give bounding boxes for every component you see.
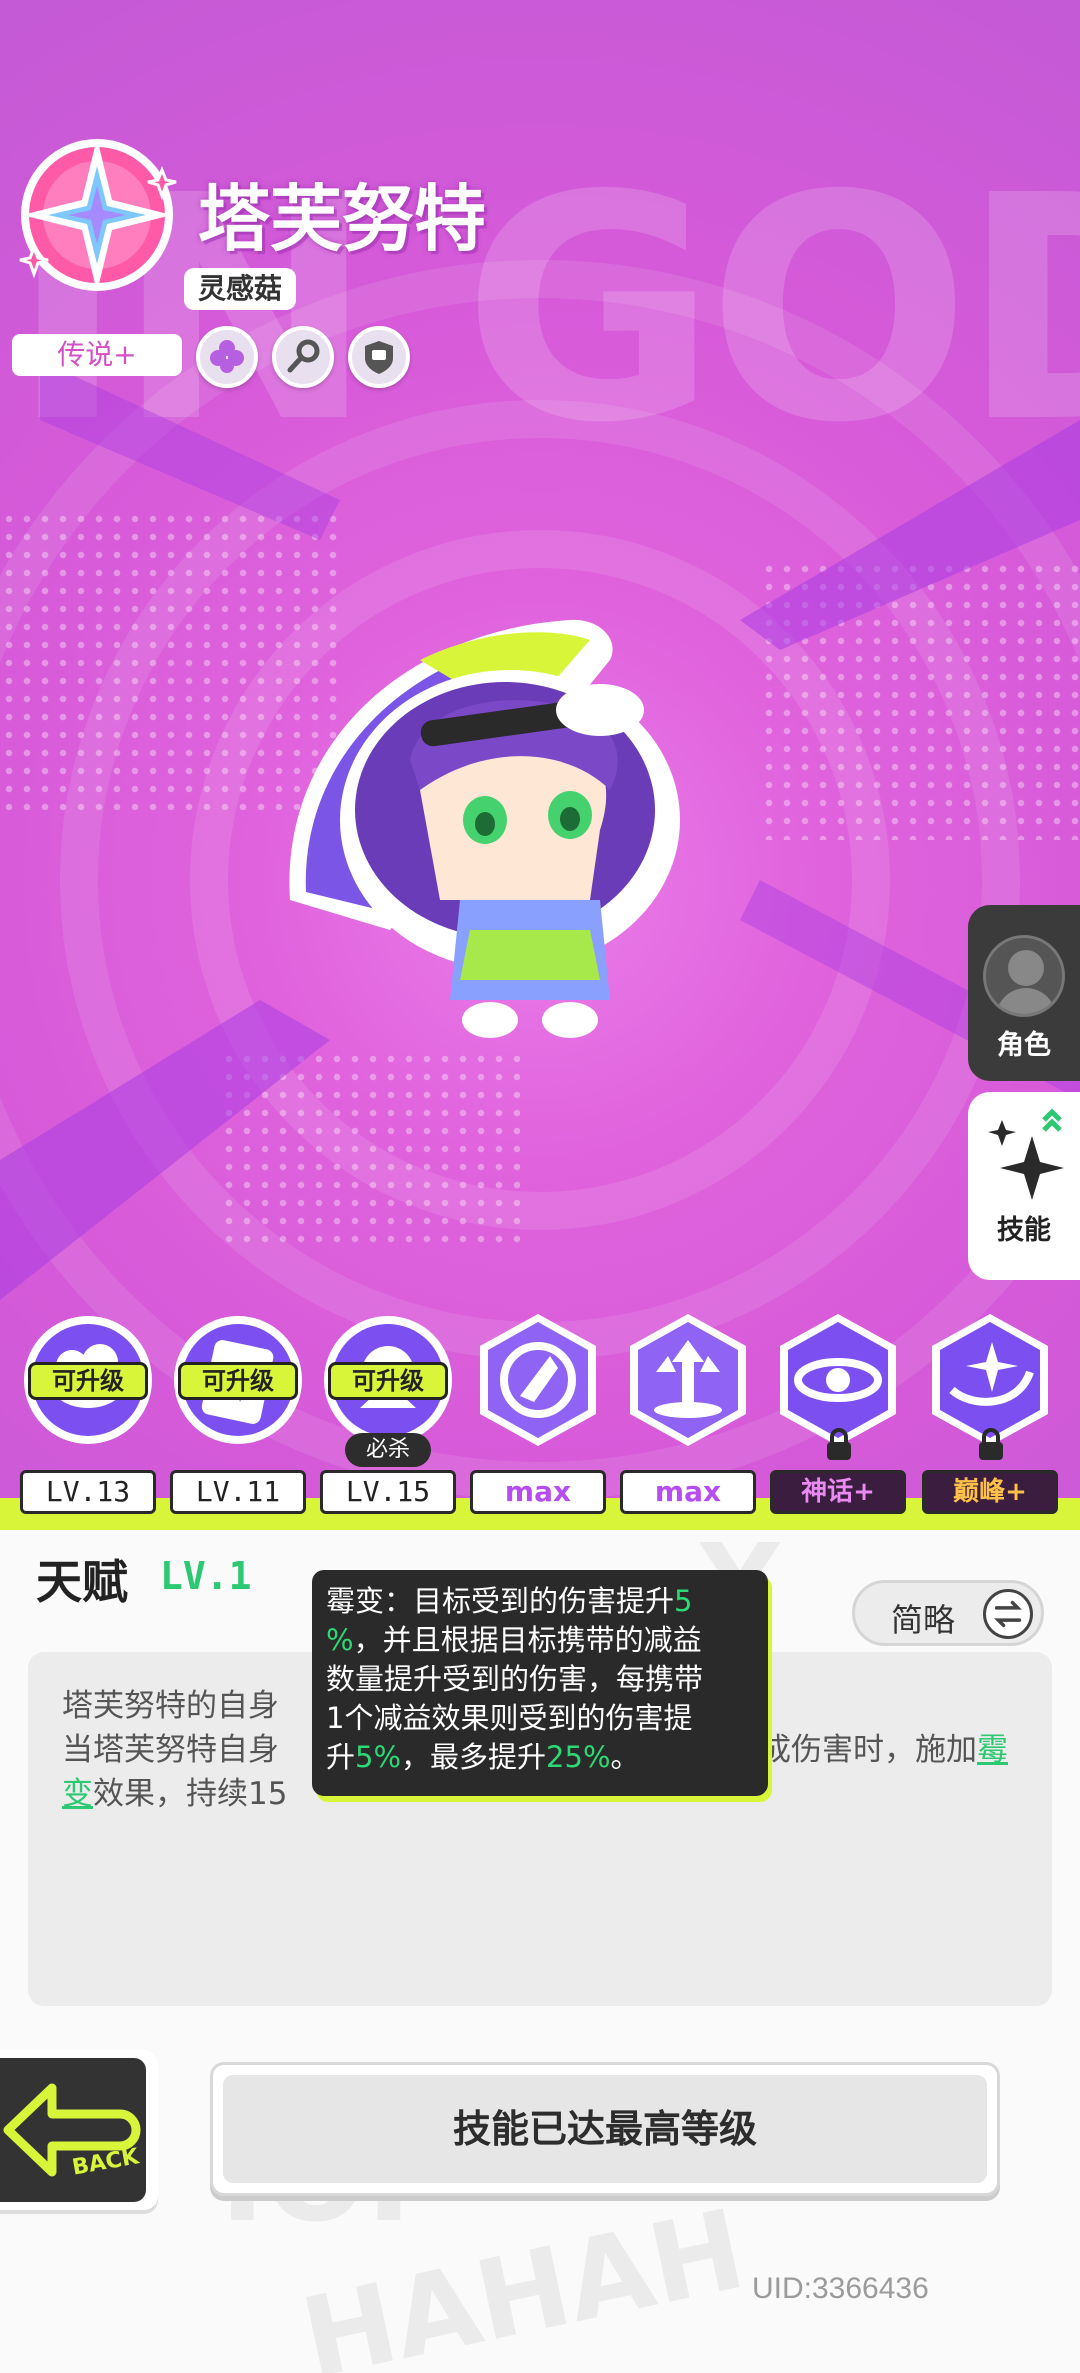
skill-fountain-icon (630, 1314, 746, 1446)
skill-slot-3[interactable]: 可升级 (320, 1312, 456, 1448)
ultimate-tag: 必杀 (345, 1433, 431, 1467)
lock-icon (827, 1428, 851, 1460)
user-id: UID:3366436 (752, 2272, 929, 2305)
rarity-emblem-icon (19, 138, 177, 292)
upgrade-badge: 可升级 (328, 1362, 448, 1400)
tab-character[interactable]: 角色 (968, 905, 1080, 1081)
tooltip-text: ，最多提升 (401, 1740, 547, 1774)
mildew-keyword-link[interactable]: 变 (62, 1776, 93, 1812)
skill-7-level: 巅峰+ (922, 1470, 1058, 1514)
tooltip-text: 升 (326, 1740, 356, 1774)
tooltip-text: 霉变：目标受到的伤害提升 (326, 1584, 675, 1618)
talent-desc-line-2b: 成伤害时，施加霉 (760, 1724, 1008, 1769)
tooltip-value: % (326, 1623, 354, 1657)
tooltip-value: 5 (674, 1584, 693, 1618)
back-arrow-icon (3, 2083, 141, 2177)
mildew-keyword-link[interactable]: 霉 (977, 1732, 1008, 1768)
talent-desc-text: 效果，持续15 (93, 1776, 288, 1812)
skill-2-level: LV.11 (170, 1470, 306, 1514)
skill-6-level: 神话+ (770, 1470, 906, 1514)
talent-desc-line-2: 当塔芙努特自身 (62, 1724, 279, 1769)
avatar-icon (983, 935, 1065, 1017)
upgrade-badge: 可升级 (178, 1362, 298, 1400)
talent-level: LV.1 (160, 1554, 252, 1598)
tooltip-text: 。 (610, 1740, 640, 1774)
talent-desc-text: 成伤害时，施加 (760, 1732, 977, 1768)
tab-skill[interactable]: 技能 (968, 1092, 1080, 1280)
talent-desc-text: 塔芙努特的自身 (62, 1688, 279, 1724)
skill-1-level: LV.13 (20, 1470, 156, 1514)
skill-5-level: max (620, 1470, 756, 1514)
rarity-badge: 传说+ (12, 334, 182, 376)
character-subtitle: 灵感菇 (184, 268, 297, 310)
skill-slot-1[interactable]: 可升级 (20, 1312, 156, 1448)
skill-slot-4[interactable] (470, 1312, 606, 1448)
tooltip-text: 1个减益效果则受到的伤害提 (326, 1701, 693, 1735)
tooltip-value: 25% (546, 1740, 611, 1774)
talent-title: 天赋 (36, 1555, 128, 1609)
tooltip-value: 5% (355, 1740, 402, 1774)
keyword-tooltip: 霉变：目标受到的伤害提升5 %，并且根据目标携带的减益 数量提升受到的伤害，每携… (312, 1570, 768, 1796)
character-portrait[interactable] (270, 600, 750, 1070)
skill-slot-2[interactable]: 可升级 (170, 1312, 306, 1448)
clover-icon[interactable] (196, 326, 258, 388)
talent-desc-text: 当塔芙努特自身 (62, 1732, 279, 1768)
max-level-label: 技能已达最高等级 (223, 2075, 987, 2183)
talent-desc-line-1: 塔芙努特的自身 (62, 1680, 279, 1725)
shield-icon[interactable] (348, 326, 410, 388)
talent-desc-line-3: 变效果，持续15 (62, 1768, 287, 1813)
key-icon[interactable] (272, 326, 334, 388)
skill-4-level: max (470, 1470, 606, 1514)
skill-slot-7[interactable] (922, 1312, 1058, 1460)
tooltip-text: ，并且根据目标携带的减益 (353, 1623, 702, 1657)
brief-toggle-label: 简略 (891, 1601, 956, 1639)
back-button[interactable]: BACK (0, 2050, 158, 2210)
skill-arrow-swirl-icon (480, 1314, 596, 1446)
skill-slot-5[interactable] (620, 1312, 756, 1448)
tab-skill-label: 技能 (997, 1215, 1051, 1246)
max-level-button[interactable]: 技能已达最高等级 (210, 2062, 1000, 2196)
lock-icon (979, 1428, 1003, 1460)
sparkle-star-icon (988, 1108, 1064, 1200)
character-name: 塔芙努特 (198, 177, 487, 261)
brief-toggle-button[interactable]: 简略 (852, 1580, 1044, 1646)
tooltip-text: 数量提升受到的伤害，每携带 (326, 1662, 704, 1696)
upgrade-badge: 可升级 (28, 1362, 148, 1400)
back-button-face: BACK (0, 2058, 146, 2202)
tab-character-label: 角色 (997, 1030, 1051, 1061)
skill-3-level: LV.15 (320, 1470, 456, 1514)
swap-arrows-icon (983, 1589, 1033, 1639)
skill-slot-6[interactable] (770, 1312, 906, 1460)
